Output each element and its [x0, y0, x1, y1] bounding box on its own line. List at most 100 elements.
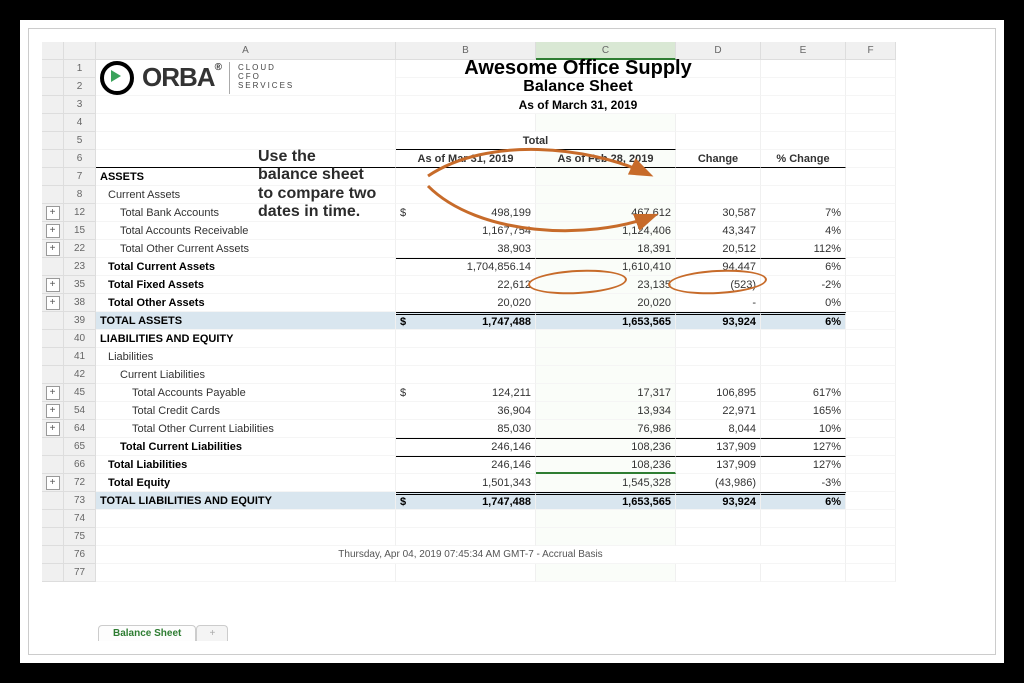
row-header[interactable]: 75 — [64, 528, 96, 546]
cell — [846, 132, 896, 150]
cell-value: 13,934 — [536, 402, 676, 420]
cell-value: 30,587 — [676, 204, 761, 222]
row-header[interactable]: 8 — [64, 186, 96, 204]
cell — [676, 186, 761, 204]
row-header[interactable]: 39 — [64, 312, 96, 330]
row-header[interactable]: 2 — [64, 78, 96, 96]
gutter — [42, 114, 64, 132]
cell-value: 108,236 — [536, 438, 676, 456]
cell — [396, 348, 536, 366]
row-header[interactable]: 74 — [64, 510, 96, 528]
row-header[interactable]: 5 — [64, 132, 96, 150]
cell-value: -2% — [761, 276, 846, 294]
row-header[interactable]: 72 — [64, 474, 96, 492]
row-header[interactable]: 6 — [64, 150, 96, 168]
row-header[interactable]: 22 — [64, 240, 96, 258]
row-header[interactable]: 76 — [64, 546, 96, 564]
expand-row-icon[interactable]: + — [46, 476, 60, 490]
cell — [846, 150, 896, 168]
gutter — [42, 510, 64, 528]
col-group-total: Total — [396, 132, 676, 150]
cell-value: 0% — [761, 294, 846, 312]
col-b-header: As of Mar 31, 2019 — [396, 150, 536, 168]
expand-row-icon[interactable]: + — [46, 278, 60, 292]
section-assets: ASSETS — [96, 168, 396, 186]
sheet-tab-bar[interactable]: Balance Sheet + — [98, 625, 228, 641]
cell — [536, 330, 676, 348]
cell — [846, 60, 896, 78]
cell — [846, 402, 896, 420]
cell — [846, 330, 896, 348]
expand-row-icon[interactable]: + — [46, 404, 60, 418]
expand-row-icon[interactable]: + — [46, 422, 60, 436]
row-header[interactable]: 65 — [64, 438, 96, 456]
row-header[interactable]: 12 — [64, 204, 96, 222]
row-header[interactable]: 73 — [64, 492, 96, 510]
subsection-current-assets: Current Assets — [96, 186, 396, 204]
cell — [846, 294, 896, 312]
cell-value: 112% — [761, 240, 846, 258]
row-header[interactable]: 15 — [64, 222, 96, 240]
orba-logo: ORBA® CLOUD CFO SERVICES — [100, 61, 294, 95]
cell — [846, 474, 896, 492]
row-header[interactable]: 41 — [64, 348, 96, 366]
cell-value: 467,612 — [536, 204, 676, 222]
row-header[interactable]: 1 — [64, 60, 96, 78]
row-header[interactable]: 77 — [64, 564, 96, 582]
row-header[interactable]: 4 — [64, 114, 96, 132]
cell — [761, 186, 846, 204]
cell-value: 10% — [761, 420, 846, 438]
col-header-A[interactable]: A — [96, 42, 396, 60]
row-label: Total Accounts Payable — [96, 384, 396, 402]
cell-value: 106,895 — [676, 384, 761, 402]
total-assets-label: TOTAL ASSETS — [96, 312, 396, 330]
cell — [396, 528, 536, 546]
gutter: + — [42, 294, 64, 312]
cell-value: 1,545,328 — [536, 474, 676, 492]
cell-value: 43,347 — [676, 222, 761, 240]
cell-value: 22,612 — [396, 276, 536, 294]
cell — [396, 330, 536, 348]
row-header[interactable]: 40 — [64, 330, 96, 348]
row-header[interactable]: 23 — [64, 258, 96, 276]
cell — [396, 186, 536, 204]
total-assets-d: 93,924 — [676, 312, 761, 330]
row-header[interactable]: 45 — [64, 384, 96, 402]
row-header[interactable]: 3 — [64, 96, 96, 114]
subsection-liabilities: Liabilities — [96, 348, 396, 366]
cell — [846, 348, 896, 366]
cell-value: 76,986 — [536, 420, 676, 438]
row-header[interactable]: 64 — [64, 420, 96, 438]
select-all-corner[interactable] — [42, 42, 64, 60]
expand-row-icon[interactable]: + — [46, 206, 60, 220]
new-sheet-tab[interactable]: + — [196, 625, 228, 641]
cell — [846, 420, 896, 438]
row-header[interactable]: 38 — [64, 294, 96, 312]
expand-row-icon[interactable]: + — [46, 386, 60, 400]
cell — [761, 78, 846, 96]
col-header-F[interactable]: F — [846, 42, 896, 60]
gutter — [42, 258, 64, 276]
cell-value: - — [676, 294, 761, 312]
row-header[interactable]: 7 — [64, 168, 96, 186]
expand-row-icon[interactable]: + — [46, 224, 60, 238]
cell — [96, 150, 396, 168]
col-e-header: % Change — [761, 150, 846, 168]
cell — [761, 510, 846, 528]
gutter — [42, 96, 64, 114]
sheet-tab[interactable]: Balance Sheet — [98, 625, 196, 641]
row-header[interactable]: 35 — [64, 276, 96, 294]
row-header[interactable]: 42 — [64, 366, 96, 384]
gutter: + — [42, 420, 64, 438]
expand-row-icon[interactable]: + — [46, 242, 60, 256]
cell — [761, 96, 846, 114]
cell — [96, 114, 396, 132]
col-header-E[interactable]: E — [761, 42, 846, 60]
logo-cell: ORBA® CLOUD CFO SERVICES — [96, 60, 396, 96]
report-asof: As of March 31, 2019 — [396, 96, 761, 114]
gutter: + — [42, 240, 64, 258]
row-header[interactable]: 66 — [64, 456, 96, 474]
row-label: Total Other Assets — [96, 294, 396, 312]
expand-row-icon[interactable]: + — [46, 296, 60, 310]
row-header[interactable]: 54 — [64, 402, 96, 420]
